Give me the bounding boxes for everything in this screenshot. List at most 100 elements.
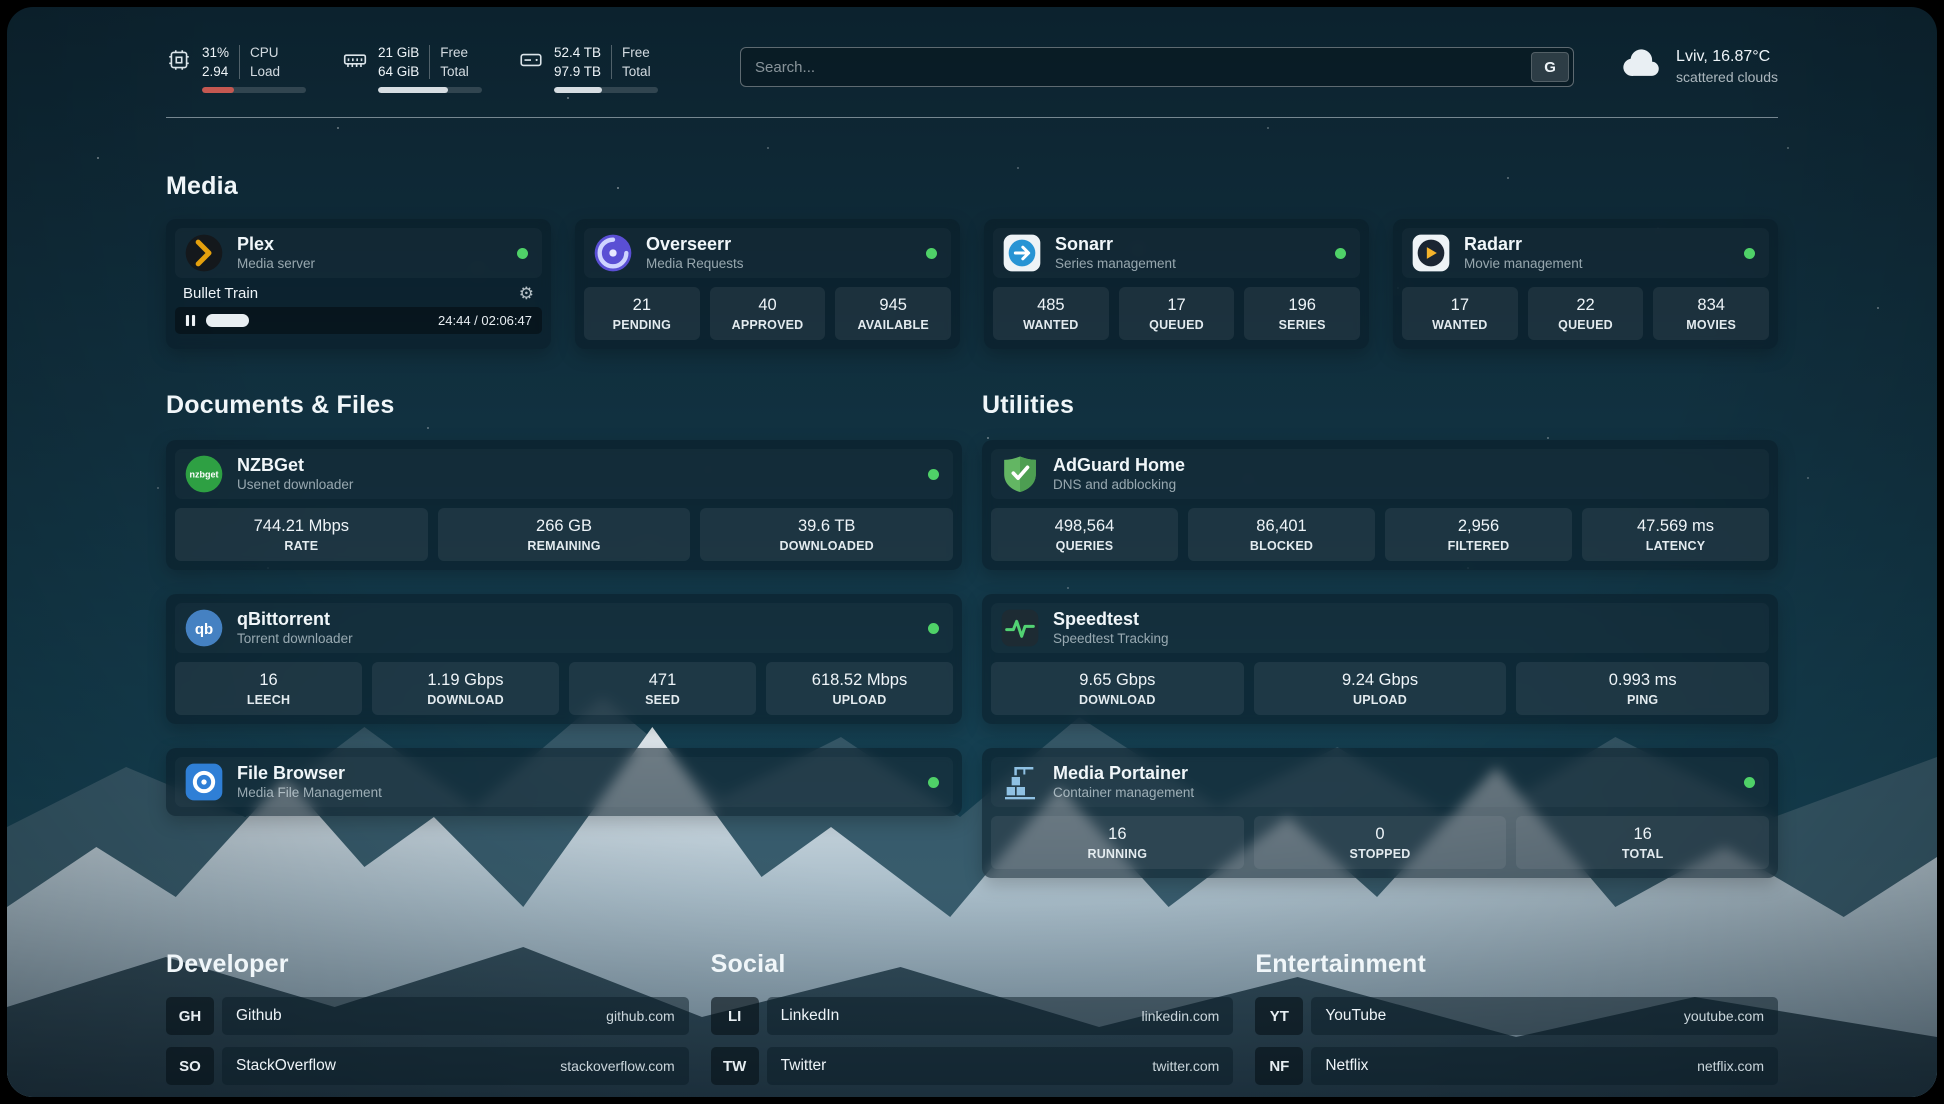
app-name: AdGuard Home	[1053, 456, 1185, 476]
sonarr-icon	[1001, 232, 1043, 274]
gear-icon[interactable]: ⚙	[519, 285, 534, 302]
filebrowser-card[interactable]: File Browser Media File Management	[166, 748, 962, 816]
media-section: Media Plex Media server	[166, 172, 1778, 349]
overseerr-icon	[592, 232, 634, 274]
plex-card[interactable]: Plex Media server Bullet Train ⚙	[166, 219, 551, 349]
pause-icon[interactable]	[185, 314, 196, 327]
playback-progress-track[interactable]	[206, 314, 428, 327]
bookmark-name: LinkedIn	[781, 1007, 840, 1025]
disk-progress-bar	[554, 87, 658, 93]
disk-total-value: 97.9 TB	[554, 64, 601, 79]
social-section-title: Social	[711, 950, 1234, 979]
cpu-icon	[166, 47, 192, 78]
playback-progress-fill	[206, 314, 249, 327]
app-name: Sonarr	[1055, 235, 1176, 255]
stat-seed: 471 SEED	[569, 662, 756, 715]
app-name: Media Portainer	[1053, 764, 1194, 784]
qbittorrent-card[interactable]: qb qBittorrent Torrent downloader 16 LEE…	[166, 594, 962, 724]
bookmark-name: Twitter	[781, 1057, 827, 1075]
app-subtitle: Media File Management	[237, 785, 382, 800]
stat-wanted: 485 WANTED	[993, 287, 1109, 340]
status-dot	[1744, 777, 1755, 788]
bookmark-github[interactable]: GH Github github.com	[166, 997, 689, 1035]
memory-icon	[342, 47, 368, 78]
cpu-percent-value: 31%	[202, 45, 229, 60]
bookmark-twitter[interactable]: TW Twitter twitter.com	[711, 1047, 1234, 1085]
weather-condition: scattered clouds	[1676, 69, 1778, 85]
top-bar: 31% 2.94 CPU Load	[166, 7, 1778, 93]
bookmark-url: github.com	[606, 1008, 674, 1024]
bookmark-netflix[interactable]: NF Netflix netflix.com	[1255, 1047, 1778, 1085]
stat-queries: 498,564 QUERIES	[991, 508, 1178, 561]
bookmark-youtube[interactable]: YT YouTube youtube.com	[1255, 997, 1778, 1035]
app-name: File Browser	[237, 764, 382, 784]
disk-total-label: Total	[622, 64, 651, 79]
utilities-section-title: Utilities	[982, 391, 1778, 420]
app-subtitle: Container management	[1053, 785, 1194, 800]
speedtest-card[interactable]: Speedtest Speedtest Tracking 9.65 Gbps D…	[982, 594, 1778, 724]
search-bar[interactable]: G	[740, 47, 1574, 87]
stat-blocked: 86,401 BLOCKED	[1188, 508, 1375, 561]
playback-time: 24:44 / 02:06:47	[438, 313, 532, 328]
app-name: NZBGet	[237, 456, 353, 476]
status-dot	[928, 623, 939, 634]
stat-download: 9.65 Gbps DOWNLOAD	[991, 662, 1244, 715]
nzbget-icon: nzbget	[183, 453, 225, 495]
app-name: Speedtest	[1053, 610, 1169, 630]
app-name: Plex	[237, 235, 315, 255]
bookmark-abbr: TW	[711, 1047, 759, 1085]
stat-leech: 16 LEECH	[175, 662, 362, 715]
plex-icon	[183, 232, 225, 274]
adguard-card[interactable]: AdGuard Home DNS and adblocking 498,564 …	[982, 440, 1778, 570]
adguard-icon	[999, 453, 1041, 495]
app-name: qBittorrent	[237, 610, 353, 630]
app-name: Overseerr	[646, 235, 744, 255]
radarr-card[interactable]: Radarr Movie management 17 WANTED 22 QUE…	[1393, 219, 1778, 349]
bookmark-abbr: SO	[166, 1047, 214, 1085]
bookmark-stackoverflow[interactable]: SO StackOverflow stackoverflow.com	[166, 1047, 689, 1085]
bookmark-url: netflix.com	[1697, 1058, 1764, 1074]
memory-usage-widget: 21 GiB 64 GiB Free Total	[342, 45, 482, 93]
bookmark-linkedin[interactable]: LI LinkedIn linkedin.com	[711, 997, 1234, 1035]
status-dot	[928, 777, 939, 788]
app-name: Radarr	[1464, 235, 1583, 255]
stat-series: 196 SERIES	[1244, 287, 1360, 340]
search-input[interactable]	[755, 59, 1531, 76]
bookmark-abbr: NF	[1255, 1047, 1303, 1085]
cpu-usage-widget: 31% 2.94 CPU Load	[166, 45, 306, 93]
weather-widget: Lviv, 16.87°C scattered clouds	[1620, 47, 1778, 86]
bookmark-url: linkedin.com	[1142, 1008, 1220, 1024]
search-engine-button[interactable]: G	[1531, 52, 1569, 82]
status-dot	[1335, 248, 1346, 259]
overseerr-card[interactable]: Overseerr Media Requests 21 PENDING 40 A…	[575, 219, 960, 349]
portainer-icon	[999, 761, 1041, 803]
sonarr-card[interactable]: Sonarr Series management 485 WANTED 17 Q…	[984, 219, 1369, 349]
disk-icon	[518, 47, 544, 78]
memory-progress-bar	[378, 87, 482, 93]
nzbget-card[interactable]: nzbget NZBGet Usenet downloader 744.21 M…	[166, 440, 962, 570]
cpu-label: CPU	[250, 45, 280, 60]
stat-queued: 17 QUEUED	[1119, 287, 1235, 340]
stat-wanted: 17 WANTED	[1402, 287, 1518, 340]
bookmark-abbr: LI	[711, 997, 759, 1035]
cpu-load-value: 2.94	[202, 64, 229, 79]
dashboard-screen: 31% 2.94 CPU Load	[7, 7, 1937, 1097]
documents-column: Documents & Files nzbget NZBGet Usenet d	[166, 391, 962, 878]
filebrowser-icon	[183, 761, 225, 803]
memory-free-label: Free	[440, 45, 469, 60]
app-subtitle: Media server	[237, 256, 315, 271]
qbittorrent-icon: qb	[183, 607, 225, 649]
bookmark-name: StackOverflow	[236, 1057, 336, 1075]
stat-downloaded: 39.6 TB DOWNLOADED	[700, 508, 953, 561]
plex-player-bar[interactable]: 24:44 / 02:06:47	[175, 307, 542, 334]
stat-movies: 834 MOVIES	[1653, 287, 1769, 340]
disk-usage-widget: 52.4 TB 97.9 TB Free Total	[518, 45, 658, 93]
portainer-card[interactable]: Media Portainer Container management 16 …	[982, 748, 1778, 878]
entertainment-section-title: Entertainment	[1255, 950, 1778, 979]
developer-section-title: Developer	[166, 950, 689, 979]
documents-section-title: Documents & Files	[166, 391, 962, 420]
stat-approved: 40 APPROVED	[710, 287, 826, 340]
stat-latency: 47.569 ms LATENCY	[1582, 508, 1769, 561]
memory-total-label: Total	[440, 64, 469, 79]
app-subtitle: Torrent downloader	[237, 631, 353, 646]
